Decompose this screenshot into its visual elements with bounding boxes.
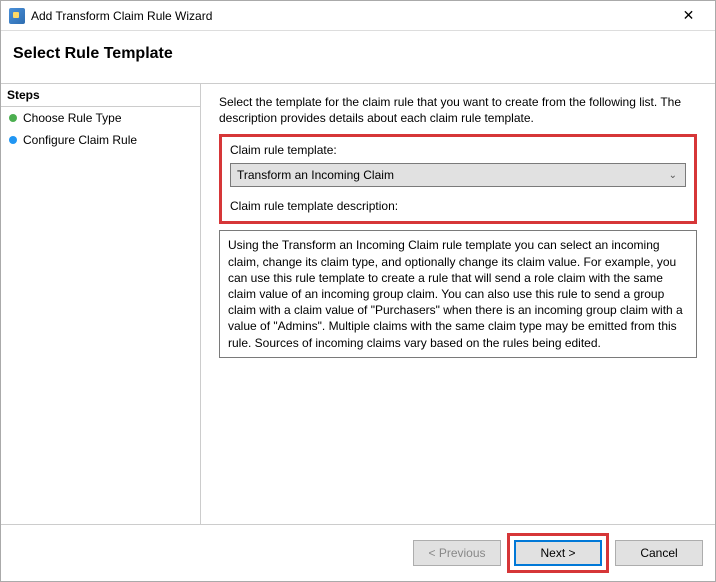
dialog-window: Add Transform Claim Rule Wizard ✕ Select…	[0, 0, 716, 582]
chevron-down-icon: ⌄	[669, 170, 677, 181]
step-choose-rule-type[interactable]: Choose Rule Type	[1, 107, 200, 129]
step-label: Choose Rule Type	[23, 111, 122, 125]
step-label: Configure Claim Rule	[23, 133, 137, 147]
description-label: Claim rule template description:	[230, 199, 686, 213]
spacer	[219, 358, 697, 514]
steps-sidebar: Steps Choose Rule Type Configure Claim R…	[1, 84, 201, 524]
wizard-body: Steps Choose Rule Type Configure Claim R…	[1, 83, 715, 524]
previous-button: < Previous	[413, 540, 501, 566]
page-title: Select Rule Template	[1, 31, 715, 83]
steps-header: Steps	[1, 84, 200, 107]
wizard-icon	[9, 8, 25, 24]
template-label: Claim rule template:	[230, 143, 686, 157]
window-title: Add Transform Claim Rule Wizard	[31, 9, 666, 23]
next-button[interactable]: Next >	[514, 540, 602, 566]
template-highlight: Claim rule template: Transform an Incomi…	[219, 134, 697, 224]
dropdown-selected-value: Transform an Incoming Claim	[237, 168, 394, 182]
step-bullet-icon	[9, 114, 17, 122]
titlebar: Add Transform Claim Rule Wizard ✕	[1, 1, 715, 31]
template-description: Using the Transform an Incoming Claim ru…	[219, 230, 697, 357]
step-configure-claim-rule[interactable]: Configure Claim Rule	[1, 129, 200, 151]
intro-text: Select the template for the claim rule t…	[219, 94, 697, 126]
claim-rule-template-dropdown[interactable]: Transform an Incoming Claim ⌄	[230, 163, 686, 187]
close-button[interactable]: ✕	[666, 2, 711, 30]
step-bullet-icon	[9, 136, 17, 144]
close-icon: ✕	[683, 7, 695, 24]
button-row: < Previous Next > Cancel	[1, 524, 715, 581]
next-highlight: Next >	[507, 533, 609, 573]
cancel-button[interactable]: Cancel	[615, 540, 703, 566]
main-panel: Select the template for the claim rule t…	[201, 84, 715, 524]
